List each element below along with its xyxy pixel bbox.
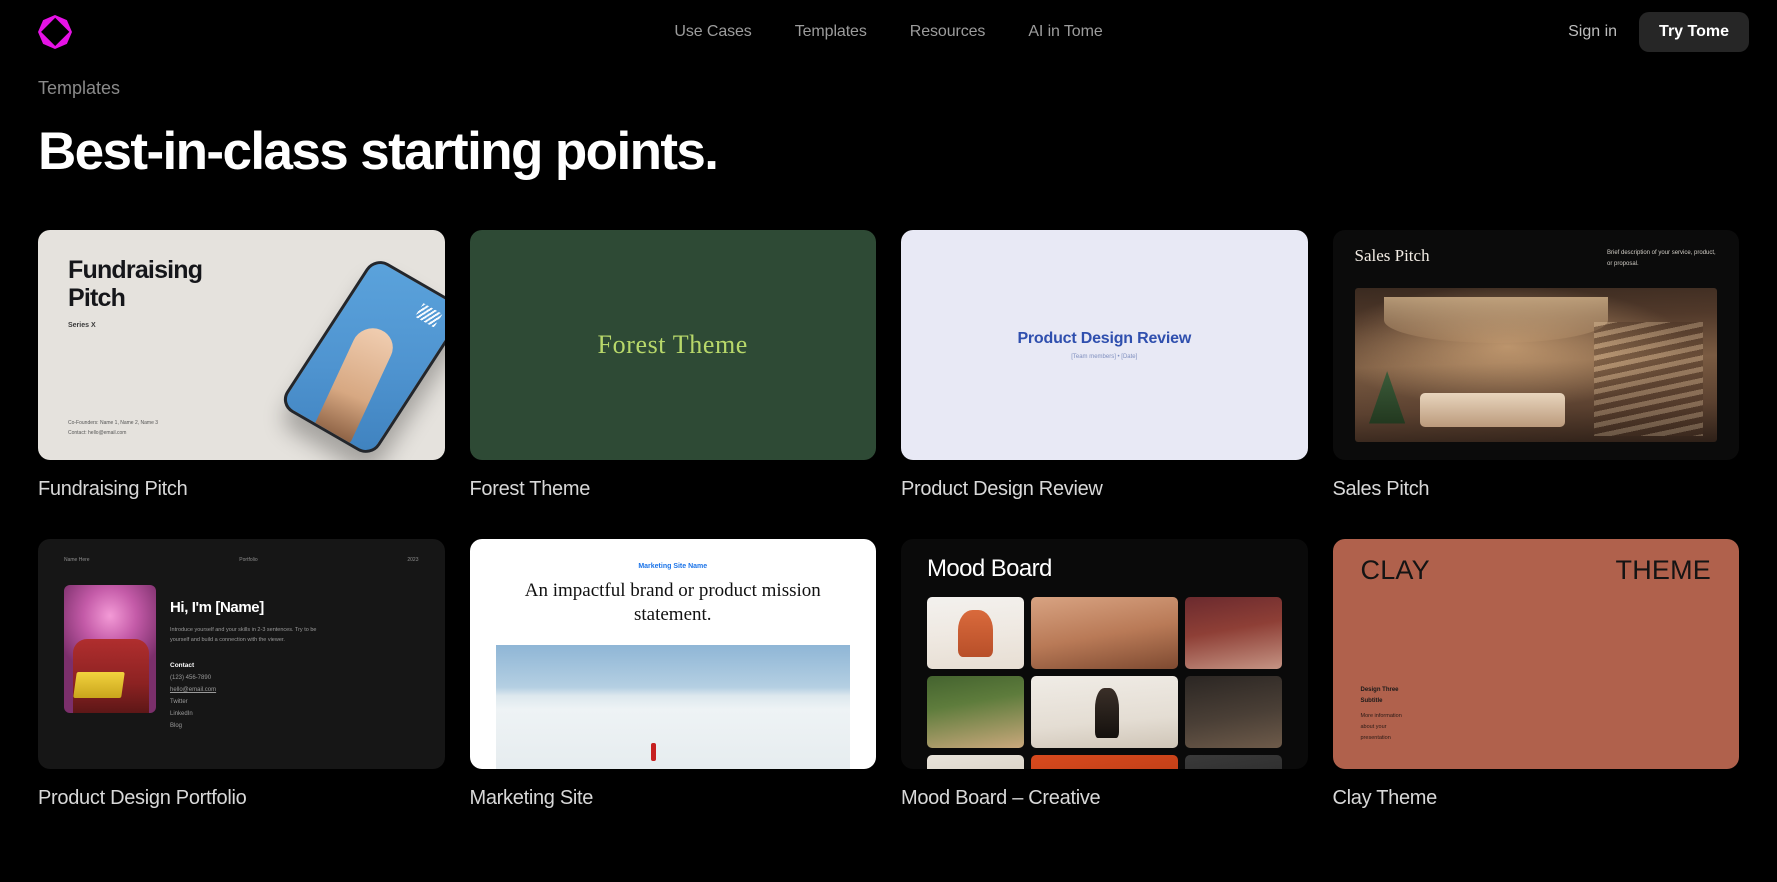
nav-item-use-cases[interactable]: Use Cases (674, 23, 751, 41)
template-card-label: Clay Theme (1332, 787, 1438, 809)
thumb-headline: An impactful brand or product mission st… (524, 580, 821, 625)
moodboard-tile (1030, 755, 1178, 769)
try-tome-button[interactable]: Try Tome (1639, 12, 1749, 52)
template-thumbnail[interactable]: Forest Theme (469, 230, 876, 460)
tree-shape (1369, 371, 1406, 424)
moodboard-tile (927, 597, 1024, 669)
template-card-clay-theme[interactable]: CLAY THEME Design Three Subtitle More inf… (1332, 539, 1739, 848)
thumb-title: Forest Theme (597, 330, 748, 359)
template-card-sales-pitch[interactable]: Sales Pitch Brief description of your se… (1332, 230, 1739, 539)
moodboard-tile (1184, 676, 1282, 748)
contact-email: hello@email.com (170, 686, 217, 693)
template-card-label: Product Design Portfolio (38, 787, 247, 809)
template-thumbnail[interactable]: Name Here Portfolio 2023 Hi, I'm [Name] … (38, 539, 445, 769)
template-card-label: Mood Board – Creative (901, 787, 1101, 809)
landscape-photo (495, 645, 850, 769)
template-thumbnail[interactable]: CLAY THEME Design Three Subtitle More inf… (1332, 539, 1739, 769)
template-card-forest-theme[interactable]: Forest Theme Forest Theme (469, 230, 876, 539)
template-card-marketing-site[interactable]: Marketing Site Name An impactful brand o… (469, 539, 876, 848)
nav-item-resources[interactable]: Resources (910, 23, 986, 41)
thumb-title-left: CLAY (1360, 555, 1430, 585)
thumb-footer: Co-Founders: Name 1, Name 2, Name 3 Conta… (68, 420, 159, 436)
thumb-subtitle: Series X (68, 322, 96, 329)
tome-logo[interactable] (38, 12, 78, 52)
template-card-label: Sales Pitch (1332, 478, 1430, 500)
template-grid: Fundraising Pitch Series X Co-Founders: N… (0, 182, 1777, 848)
template-thumbnail[interactable]: Marketing Site Name An impactful brand o… (469, 539, 876, 769)
template-card-product-design-review[interactable]: Product Design Review [Team members] • [… (901, 230, 1308, 539)
tome-logo-icon (38, 15, 72, 49)
template-card-mood-board[interactable]: Mood Board Mood Board – Creative (901, 539, 1308, 848)
thumb-contact-heading: Contact (170, 661, 195, 669)
portrait-photo (64, 585, 156, 713)
moodboard-tile (1184, 755, 1282, 769)
template-thumbnail[interactable]: Mood Board (901, 539, 1308, 769)
contact-blog: Blog (170, 722, 183, 729)
contact-twitter: Twitter (170, 698, 188, 705)
thumb-text-block: Hi, I'm [Name] Introduce yourself and yo… (170, 599, 425, 729)
primary-nav: Use Cases Templates Resources AI in Tome (674, 23, 1102, 41)
breadcrumb: Templates (38, 78, 121, 98)
nav-item-templates[interactable]: Templates (795, 23, 867, 41)
sign-in-link[interactable]: Sign in (1568, 23, 1617, 41)
thumb-title: Product Design Review (1017, 330, 1192, 347)
template-thumbnail[interactable]: Fundraising Pitch Series X Co-Founders: N… (38, 230, 445, 460)
moodboard-tile (927, 755, 1024, 769)
template-card-label: Product Design Review (901, 478, 1103, 500)
template-card-label: Forest Theme (469, 478, 591, 500)
thumb-topbar: Name Here Portfolio 2023 (64, 557, 419, 563)
thumb-title-right: THEME (1615, 555, 1711, 585)
moodboard-tile (927, 676, 1024, 748)
moodboard-tile (1184, 597, 1282, 669)
thumb-heading: Hi, I'm [Name] (170, 599, 264, 616)
site-header: Use Cases Templates Resources AI in Tome… (0, 0, 1777, 64)
thumb-site-name: Marketing Site Name (638, 563, 708, 570)
template-card-fundraising-pitch[interactable]: Fundraising Pitch Series X Co-Founders: N… (38, 230, 445, 539)
thumb-title: Fundraising Pitch (68, 256, 203, 312)
thumb-description: Brief description of your service, produ… (1607, 250, 1716, 267)
template-card-product-design-portfolio[interactable]: Name Here Portfolio 2023 Hi, I'm [Name] … (38, 539, 445, 848)
contact-phone: (123) 456-7890 (170, 674, 212, 681)
thumb-topbar-mid: Portfolio (239, 557, 258, 563)
moodboard-tile (1030, 597, 1178, 669)
template-card-label: Marketing Site (469, 787, 594, 809)
bed-shape (1419, 392, 1565, 427)
nav-item-ai-in-tome[interactable]: AI in Tome (1028, 23, 1102, 41)
thumb-paragraph: Introduce yourself and your skills in 2-… (170, 627, 317, 644)
thumb-title: Sales Pitch (1354, 246, 1430, 265)
moodboard-image-grid (927, 597, 1282, 769)
template-card-label: Fundraising Pitch (38, 478, 188, 500)
header-actions: Sign in Try Tome (1568, 12, 1749, 52)
page-title: Best-in-class starting points. (38, 122, 719, 181)
thumb-title: Mood Board (927, 555, 1052, 582)
template-thumbnail[interactable]: Product Design Review [Team members] • [… (901, 230, 1308, 460)
interior-room-image (1354, 288, 1717, 442)
thumb-body-1: Design Three Subtitle (1360, 687, 1399, 705)
template-thumbnail[interactable]: Sales Pitch Brief description of your se… (1332, 230, 1739, 460)
phone-mockup-image (277, 255, 445, 459)
thumb-topbar-right: 2023 (407, 557, 419, 563)
thumb-topbar-left: Name Here (64, 557, 90, 563)
thumb-subtitle: [Team members] • [Date] (1071, 354, 1138, 360)
contact-linkedin: LinkedIn (170, 710, 193, 717)
moodboard-tile (1030, 676, 1178, 748)
thumb-body-2: More information about your presentation (1360, 713, 1402, 741)
